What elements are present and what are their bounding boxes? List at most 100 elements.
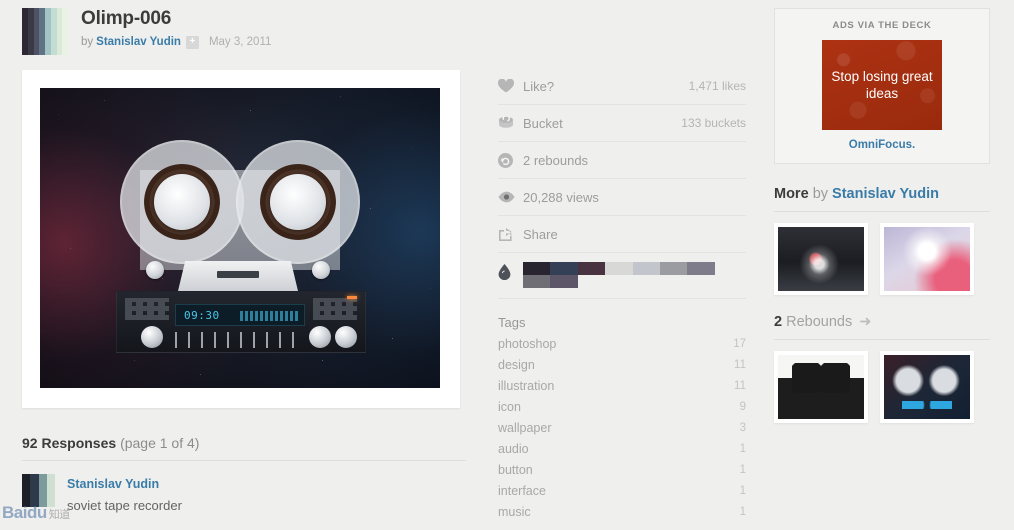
tag-count: 1 (739, 506, 746, 518)
lcd-time: 09:30 (184, 309, 220, 322)
stat-label: 20,288 views (523, 189, 599, 205)
tag-link-music[interactable]: music (498, 502, 740, 523)
tag-list: photoshop 17 design 11 illustration 11 icon 9 wa… (498, 334, 746, 523)
comment-author-link[interactable]: Stanislav Yudin (67, 477, 159, 491)
tag-row: photoshop 17 (498, 334, 746, 355)
tag-link-wallpaper[interactable]: wallpaper (498, 418, 740, 439)
stat-row-2-rebounds[interactable]: 2 rebounds (498, 142, 746, 179)
palette-swatch-7[interactable] (687, 262, 715, 275)
shot-image[interactable]: 09:30 (40, 88, 440, 388)
tag-row: design 11 (498, 355, 746, 376)
tag-link-design[interactable]: design (498, 355, 734, 376)
tags-title: Tags (498, 315, 526, 330)
rebound-thumb-1-image (778, 355, 864, 419)
more-by-author-heading: More by Stanislav Yudin (774, 186, 990, 202)
shot-color-palette (498, 253, 746, 299)
star-dot (250, 110, 251, 111)
rebounds-heading: 2 Rebounds ➜ (774, 314, 990, 330)
author-link[interactable]: Stanislav Yudin (96, 35, 181, 50)
shot-header: Olimp-006 by Stanislav Yudin + May 3, 20… (22, 0, 466, 60)
shot-byline: by Stanislav Yudin + May 3, 2011 (81, 35, 271, 50)
stats-list: Like? 1,471 likes Bucket 133 buckets 2 rebou… (498, 68, 746, 253)
deck-knob-right (312, 261, 330, 279)
palette-swatch-5[interactable] (632, 262, 660, 275)
tag-row: wallpaper 3 (498, 418, 746, 439)
responses-page: (page 1 of 4) (120, 435, 200, 451)
more-author-link[interactable]: Stanislav Yudin (832, 186, 939, 202)
palette-swatch-3[interactable] (577, 262, 606, 275)
deck-badge (178, 261, 298, 291)
tag-count: 9 (739, 401, 746, 413)
advertisement-box: ADS VIA THE DECK Stop losing great ideas… (774, 8, 990, 164)
tag-count: 17 (733, 338, 746, 350)
ad-sponsor-link[interactable]: OmniFocus. (785, 139, 979, 151)
ad-creative[interactable]: Stop losing great ideas (822, 40, 942, 130)
tag-link-illustration[interactable]: illustration (498, 376, 734, 397)
tag-link-audio[interactable]: audio (498, 439, 740, 460)
tag-row: audio 1 (498, 439, 746, 460)
responses-divider (22, 460, 466, 461)
eye-icon (498, 191, 523, 203)
status-led (347, 296, 357, 299)
more-thumbs (774, 223, 990, 295)
shot-palette-block (22, 8, 68, 55)
tag-link-button[interactable]: button (498, 460, 740, 481)
stat-row-20-288-views[interactable]: 20,288 views (498, 179, 746, 216)
palette-swatch-6[interactable] (659, 262, 688, 275)
more-thumb-2-image (884, 227, 970, 291)
rebound-thumb-1[interactable] (774, 351, 868, 423)
more-thumb-2[interactable] (880, 223, 974, 295)
stat-value: 133 buckets (681, 116, 746, 130)
tag-link-photoshop[interactable]: photoshop (498, 334, 733, 355)
tone-knob-1 (309, 326, 331, 348)
shot-date: May 3, 2011 (208, 36, 272, 48)
star-dot (370, 208, 371, 209)
rebounds-divider (774, 339, 990, 340)
follow-author-button[interactable]: + (185, 36, 199, 49)
more-thumb-1[interactable] (774, 223, 868, 295)
tag-count: 11 (734, 380, 746, 392)
stat-row-share[interactable]: Share (498, 216, 746, 253)
rebound-thumb-2-image (884, 355, 970, 419)
tag-link-interface[interactable]: interface (498, 481, 740, 502)
tape-reel-left (120, 140, 244, 264)
stat-label: Share (523, 226, 558, 242)
star-dot (104, 100, 105, 101)
star-dot (200, 374, 201, 375)
button-grid-left (125, 298, 169, 320)
avatar[interactable] (22, 474, 55, 507)
stat-value: 1,471 likes (688, 79, 746, 93)
button-grid-right (313, 298, 357, 320)
stat-label: 2 rebounds (523, 152, 589, 168)
stat-label: Bucket (523, 115, 563, 131)
comment-body: Stanislav Yudin soviet tape recorder (67, 474, 182, 513)
palette-swatch-1[interactable] (523, 262, 551, 275)
responses-heading: 92 Responses (page 1 of 4) (22, 435, 466, 451)
shot-header-text: Olimp-006 by Stanislav Yudin + May 3, 20… (81, 8, 271, 50)
palette-swatch-9[interactable] (550, 275, 578, 288)
droplet-icon (498, 262, 523, 288)
tag-count: 1 (739, 464, 746, 476)
control-panel: 09:30 (116, 291, 366, 353)
palette-swatch-4[interactable] (605, 262, 633, 275)
tag-row: illustration 11 (498, 376, 746, 397)
tag-link-icon[interactable]: icon (498, 397, 740, 418)
shot-image-frame[interactable]: 09:30 (22, 70, 460, 408)
tag-count: 1 (739, 443, 746, 455)
tag-row: music 1 (498, 502, 746, 523)
rebound-icon (498, 152, 523, 168)
heart-icon (498, 79, 523, 93)
arrow-right-icon[interactable]: ➜ (859, 314, 871, 330)
palette-swatch-8[interactable] (523, 275, 551, 288)
star-dot (412, 148, 413, 149)
stat-row-like[interactable]: Like? 1,471 likes (498, 68, 746, 105)
tag-count: 11 (734, 359, 746, 371)
tape-reel-right (236, 140, 360, 264)
responses-count: 92 Responses (22, 435, 117, 451)
stat-label: Like? (523, 78, 555, 94)
shot-stats-column: Like? 1,471 likes Bucket 133 buckets 2 rebou… (498, 68, 746, 523)
stat-row-bucket[interactable]: Bucket 133 buckets (498, 105, 746, 142)
page-title: Olimp-006 (81, 8, 172, 29)
rebound-thumb-2[interactable] (880, 351, 974, 423)
palette-swatch-2[interactable] (550, 262, 578, 275)
